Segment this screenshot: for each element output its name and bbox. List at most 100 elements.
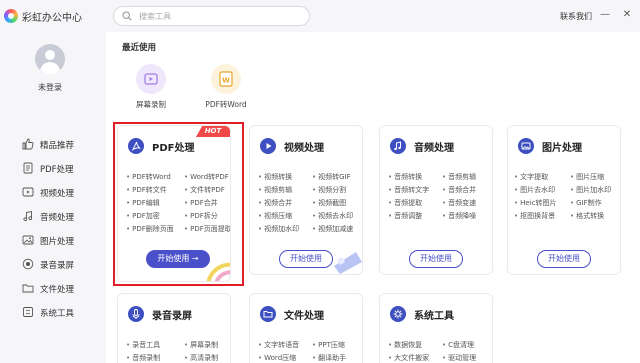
recent-item-label: 屏幕录制 <box>136 100 166 109</box>
tool-item[interactable]: Word压缩 <box>258 353 296 363</box>
rainbow-logo-icon <box>4 9 18 23</box>
tool-item[interactable]: 文字提取 <box>514 172 548 182</box>
card-title: 系统工具 <box>414 311 454 322</box>
tool-item[interactable]: 音频提取 <box>388 198 422 208</box>
tool-item[interactable]: 视频转GIF <box>312 172 351 182</box>
tool-item[interactable]: 驱动管理 <box>442 353 476 363</box>
search-icon <box>122 11 132 21</box>
tool-item[interactable]: 高清录制 <box>184 353 218 363</box>
word-file-icon: W <box>211 64 241 94</box>
recent-item-pdf-to-word[interactable]: W PDF转Word <box>196 64 256 110</box>
tool-item[interactable]: 视频分割 <box>312 185 346 195</box>
folder-icon <box>22 284 34 293</box>
card-video[interactable]: 视频处理 视频转换 视频转GIF 视频剪辑 视频分割 视频合并 视频截图 视频压… <box>249 125 363 275</box>
tool-item[interactable]: Heic转图片 <box>514 198 556 208</box>
tool-item[interactable]: 音频变速 <box>442 198 476 208</box>
recent-section-title: 最近使用 <box>122 43 157 53</box>
card-system[interactable]: 系统工具 数据恢复 C盘清理 大文件搬家 驱动管理 <box>379 293 493 363</box>
video-icon <box>22 187 34 197</box>
search-box[interactable]: 搜索工具 <box>113 6 310 26</box>
sidebar: 未登录 精品推荐 PDF处理 视频处理 音频处理 图片处理 录音录屏 文件处理 … <box>0 32 106 363</box>
sidebar-item-label: 精品推荐 <box>40 141 75 151</box>
tool-item[interactable]: 音频调整 <box>388 211 422 221</box>
tool-item[interactable]: 视频剪辑 <box>258 185 292 195</box>
tool-item[interactable]: 文字转语音 <box>258 340 299 350</box>
tool-item[interactable]: 音频录制 <box>126 353 160 363</box>
tool-item[interactable]: 图片去水印 <box>514 185 555 195</box>
tool-item[interactable]: 音频降噪 <box>442 211 476 221</box>
pdf-icon <box>23 162 33 174</box>
svg-text:W: W <box>222 77 230 85</box>
tool-item[interactable]: 视频加水印 <box>258 224 299 234</box>
sidebar-item-label: 录音录屏 <box>40 261 75 271</box>
tool-item[interactable]: 视频转换 <box>258 172 292 182</box>
card-image[interactable]: 图片处理 文字提取 图片压缩 图片去水印 图片加水印 Heic转图片 GIF制作… <box>507 125 621 275</box>
tool-item[interactable]: 音频剪辑 <box>442 172 476 182</box>
tool-item[interactable]: 视频合并 <box>258 198 292 208</box>
sidebar-item-video[interactable]: 视频处理 <box>0 182 106 202</box>
tool-item[interactable]: 格式转换 <box>570 211 604 221</box>
card-title: 录音录屏 <box>152 311 192 322</box>
sidebar-item-record[interactable]: 录音录屏 <box>0 254 106 274</box>
tool-item[interactable]: 数据恢复 <box>388 340 422 350</box>
card-audio[interactable]: 音频处理 音频转换 音频剪辑 音频转文字 音频合并 音频提取 音频变速 音频调整… <box>379 125 493 275</box>
avatar[interactable] <box>35 44 65 74</box>
sidebar-item-audio[interactable]: 音频处理 <box>0 206 106 226</box>
image-icon <box>22 235 34 245</box>
music-icon <box>23 210 33 222</box>
tool-item[interactable]: 翻译助手 <box>312 353 346 363</box>
film-decoration-icon <box>334 252 362 274</box>
card-title: 视频处理 <box>284 143 324 154</box>
minimize-icon[interactable]: — <box>598 8 612 22</box>
tool-item[interactable]: 音频转文字 <box>388 185 429 195</box>
tool-item[interactable]: 抠图换背景 <box>514 211 555 221</box>
sidebar-item-recommended[interactable]: 精品推荐 <box>0 134 106 154</box>
tool-item[interactable]: 屏幕录制 <box>184 340 218 350</box>
card-file[interactable]: 文件处理 文字转语音 PPT压缩 Word压缩 翻译助手 <box>249 293 363 363</box>
close-icon[interactable]: ✕ <box>620 8 634 22</box>
record-icon <box>128 306 144 322</box>
tool-item[interactable]: 图片压缩 <box>570 172 604 182</box>
sidebar-item-system[interactable]: 系统工具 <box>0 302 106 322</box>
start-button[interactable]: 开始使用 <box>279 250 333 268</box>
contact-us-link[interactable]: 联系我们 <box>560 11 592 22</box>
app-title: 彩虹办公中心 <box>22 13 82 24</box>
tool-item[interactable]: 图片加水印 <box>570 185 611 195</box>
record-icon <box>22 258 34 270</box>
tool-item[interactable]: GIF制作 <box>570 198 602 208</box>
card-record[interactable]: 录音录屏 录音工具 屏幕录制 音频录制 高清录制 <box>117 293 231 363</box>
sidebar-item-file[interactable]: 文件处理 <box>0 278 106 298</box>
video-icon <box>260 138 276 154</box>
recent-item-label: PDF转Word <box>205 100 247 109</box>
top-bar: 彩虹办公中心 搜索工具 联系我们 — ✕ <box>0 0 640 32</box>
music-icon <box>390 138 406 154</box>
sidebar-item-label: 图片处理 <box>40 237 75 247</box>
tool-item[interactable]: 大文件搬家 <box>388 353 429 363</box>
tool-item[interactable]: 视频截图 <box>312 198 346 208</box>
tool-item[interactable]: 视频压缩 <box>258 211 292 221</box>
login-label[interactable]: 未登录 <box>0 82 100 93</box>
sidebar-item-image[interactable]: 图片处理 <box>0 230 106 250</box>
tool-item[interactable]: 音频转换 <box>388 172 422 182</box>
recent-item-screen-record[interactable]: 屏幕录制 <box>121 64 181 110</box>
tool-item[interactable]: 视频加减速 <box>312 224 353 234</box>
sidebar-item-label: PDF处理 <box>40 165 74 175</box>
card-title: 音频处理 <box>414 143 454 154</box>
tool-item[interactable]: 录音工具 <box>126 340 160 350</box>
start-button[interactable]: 开始使用 <box>409 250 463 268</box>
start-button[interactable]: 开始使用 <box>537 250 591 268</box>
sidebar-item-label: 音频处理 <box>40 213 75 223</box>
tools-icon <box>390 306 406 322</box>
sidebar-item-label: 文件处理 <box>40 285 75 295</box>
tool-item[interactable]: 音频合并 <box>442 185 476 195</box>
card-title: 文件处理 <box>284 311 324 322</box>
tool-item[interactable]: 视频去水印 <box>312 211 353 221</box>
search-input[interactable]: 搜索工具 <box>139 11 171 22</box>
sidebar-item-label: 系统工具 <box>40 309 75 319</box>
tool-item[interactable]: PPT压缩 <box>312 340 345 350</box>
sidebar-item-pdf[interactable]: PDF处理 <box>0 158 106 178</box>
folder-icon <box>260 306 276 322</box>
image-icon <box>518 138 534 154</box>
tool-item[interactable]: C盘清理 <box>442 340 474 350</box>
card-title: 图片处理 <box>542 143 582 154</box>
